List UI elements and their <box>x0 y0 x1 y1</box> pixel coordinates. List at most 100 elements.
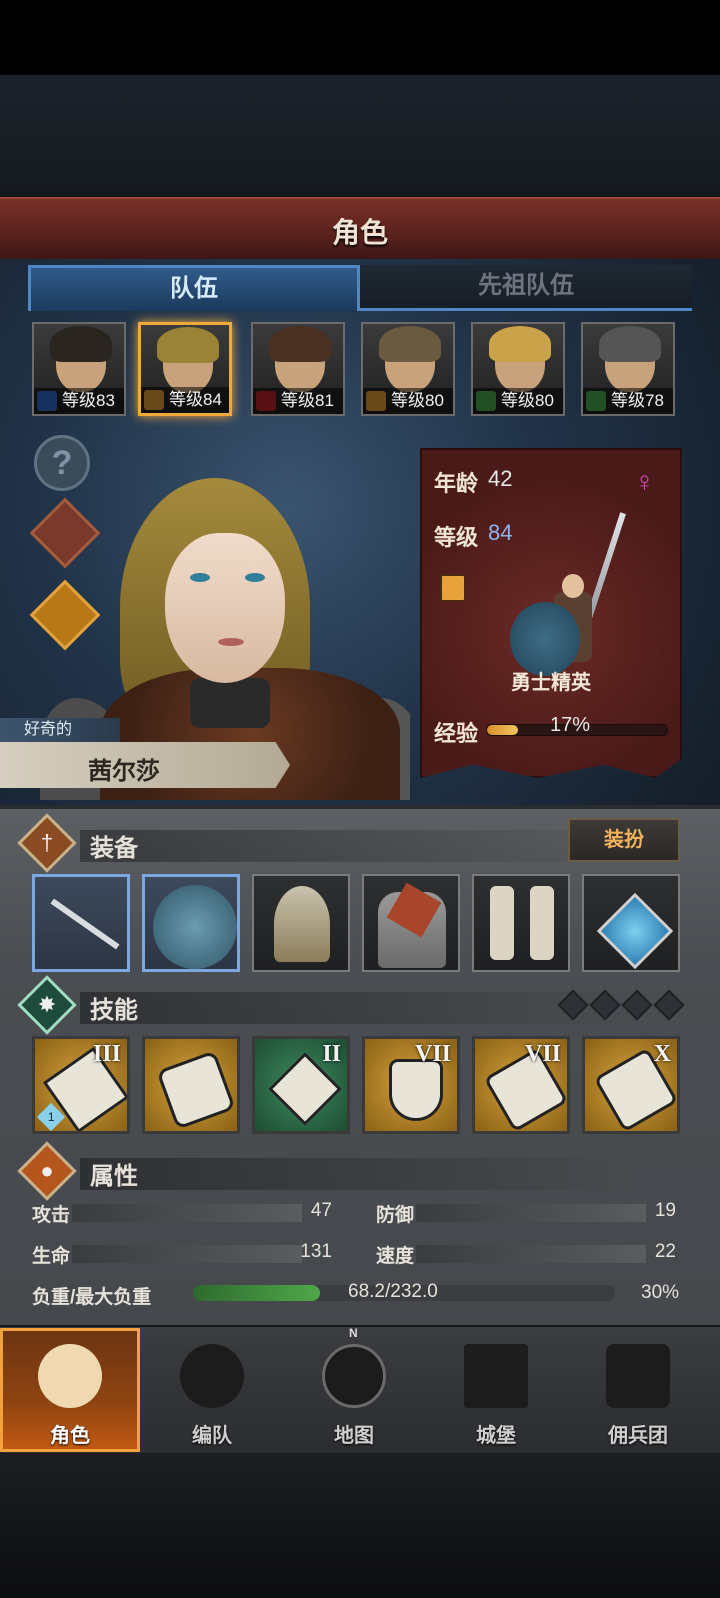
fur-shield-icon <box>510 602 580 676</box>
hero-eye <box>190 573 210 582</box>
compass-icon <box>322 1344 386 1408</box>
background-top <box>0 75 720 197</box>
portrait-hair <box>599 326 661 362</box>
dress-up-button[interactable]: 装扮 <box>568 818 680 862</box>
party-member-5[interactable]: 等级80 <box>471 322 565 416</box>
hero-lips <box>218 638 244 646</box>
hero-name: 茜尔莎 <box>88 758 160 785</box>
age-value: 42 <box>488 466 513 491</box>
skill-count: 1 <box>47 1110 55 1124</box>
name-plate[interactable]: 茜尔莎 <box>0 742 290 788</box>
nav-mercenaries[interactable]: 佣兵团 <box>568 1328 708 1452</box>
skill-rank: III <box>92 1041 121 1067</box>
member-level: 等级80 <box>363 388 453 414</box>
dagger-icon: † <box>40 830 54 855</box>
attributes-label: 属性 <box>90 1163 138 1190</box>
shield-fur <box>153 885 237 969</box>
skill-rank: VII <box>524 1041 561 1067</box>
stat-bar <box>72 1245 302 1263</box>
boots-icon[interactable] <box>472 874 570 972</box>
tab-team[interactable]: 队伍 <box>28 265 360 311</box>
age-label: 年龄 <box>434 471 479 496</box>
skill-rank: VII <box>414 1041 451 1067</box>
boot-left <box>490 886 514 960</box>
helmet-icon[interactable] <box>252 874 350 972</box>
skill-rank: II <box>322 1041 341 1067</box>
load-percent: 30% <box>641 1282 680 1303</box>
skill-slot-4[interactable]: VII <box>362 1036 460 1134</box>
nav-label: 地图 <box>334 1425 374 1447</box>
member-level: 等级78 <box>583 388 673 414</box>
defense-label: 防御 <box>376 1205 415 1226</box>
load-label: 负重/最大负重 <box>32 1287 152 1308</box>
defense-value: 19 <box>654 1200 676 1221</box>
shield-rune-icon <box>389 1059 443 1121</box>
nav-character[interactable]: 角色 <box>0 1328 140 1452</box>
nav-label: 佣兵团 <box>608 1425 668 1447</box>
party-member-3[interactable]: 等级81 <box>251 322 345 416</box>
skill-slot-2[interactable] <box>142 1036 240 1134</box>
speed-stat: 速度 22 <box>376 1241 676 1267</box>
nav-castle[interactable]: 城堡 <box>426 1328 566 1452</box>
header-strip <box>80 830 640 862</box>
fur-shield-icon[interactable] <box>142 874 240 972</box>
status-bar-area <box>0 0 720 75</box>
attributes-header: ● 属性 <box>17 1141 682 1201</box>
skills-label: 技能 <box>90 997 138 1024</box>
spear-icon[interactable] <box>32 874 130 972</box>
pendant-icon[interactable] <box>582 874 680 972</box>
portrait-hair <box>269 326 331 362</box>
exp-bar-fill <box>487 725 518 735</box>
person-icon: ● <box>40 1158 54 1183</box>
chainmail-armor-icon[interactable] <box>362 874 460 972</box>
party-member-2[interactable]: 等级84 <box>138 322 232 416</box>
skill-slot-1[interactable]: III 1 <box>32 1036 130 1134</box>
portrait-hair <box>379 326 441 362</box>
hp-value: 131 <box>300 1241 332 1262</box>
star-burst-icon: ✸ <box>37 992 57 1017</box>
hp-label: 生命 <box>32 1246 71 1267</box>
party-member-6[interactable]: 等级78 <box>581 322 675 416</box>
nav-map[interactable]: 地图 <box>284 1328 424 1452</box>
party-member-4[interactable]: 等级80 <box>361 322 455 416</box>
party-member-1[interactable]: 等级83 <box>32 322 126 416</box>
nav-formation[interactable]: 编队 <box>142 1328 282 1452</box>
level-label: 等级 <box>434 525 479 550</box>
attack-value: 47 <box>310 1200 332 1221</box>
speed-label: 速度 <box>376 1246 415 1267</box>
stat-bar <box>416 1245 646 1263</box>
hero-face <box>165 533 285 683</box>
load-bar-fill <box>193 1285 320 1301</box>
bottom-safe-area <box>0 1453 720 1598</box>
hero-neck-guard <box>190 678 270 728</box>
stat-bar <box>72 1204 302 1222</box>
skill-slot-3[interactable]: II <box>252 1036 350 1134</box>
helmet-shape <box>274 886 330 962</box>
knight-helmet-icon <box>180 1344 244 1408</box>
hp-stat: 生命 131 <box>32 1241 332 1267</box>
skill-rank: X <box>653 1041 671 1067</box>
shield-class-icon[interactable] <box>440 574 466 602</box>
portrait-hair <box>489 326 551 362</box>
title-bar: 角色 <box>0 197 720 261</box>
member-level: 等级81 <box>253 388 343 414</box>
hero-eye <box>245 573 265 582</box>
portrait-hair <box>157 327 219 363</box>
tab-ancestor-team[interactable]: 先祖队伍 <box>360 265 692 311</box>
exp-label: 经验 <box>434 721 479 746</box>
member-level: 等级83 <box>34 388 124 414</box>
knight-icon <box>38 1344 102 1408</box>
attack-stat: 攻击 47 <box>32 1200 332 1226</box>
load-value: 68.2/232.0 <box>348 1281 438 1302</box>
page-title: 角色 <box>331 217 388 248</box>
skill-slot-5[interactable]: VII <box>472 1036 570 1134</box>
speed-value: 22 <box>654 1241 676 1262</box>
header-strip <box>80 1158 640 1190</box>
equipment-label: 装备 <box>90 835 138 862</box>
compass-north-label: N <box>349 1326 358 1340</box>
member-level: 等级84 <box>141 387 229 413</box>
trait-tag[interactable]: 好奇的 <box>0 718 120 742</box>
skill-slot-6[interactable]: X <box>582 1036 680 1134</box>
nav-label: 角色 <box>50 1425 90 1447</box>
female-gender-icon: ♀ <box>634 466 655 497</box>
